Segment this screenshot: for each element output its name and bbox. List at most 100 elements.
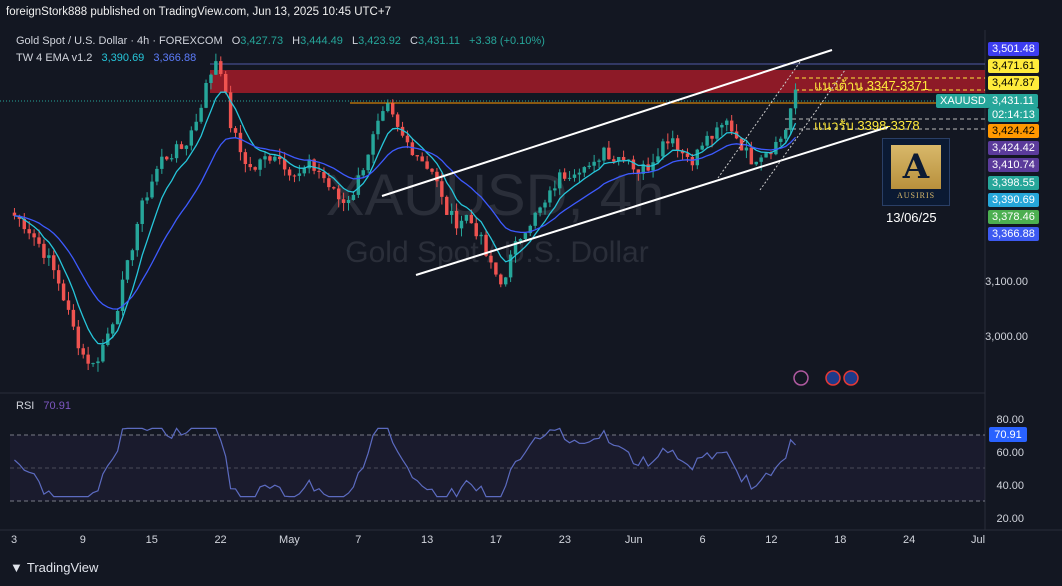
chart-frame: foreignStork888 published on TradingView… <box>0 0 1062 586</box>
symbol-price-tag: XAUUSD <box>936 94 990 108</box>
candle-body <box>459 220 464 229</box>
candle-body <box>37 237 41 244</box>
rsi-tick: 80.00 <box>996 414 1024 426</box>
time-tick: 15 <box>146 534 158 546</box>
candle-body <box>27 229 31 234</box>
candle-body <box>695 149 700 166</box>
time-tick: 7 <box>355 534 361 546</box>
time-tick: 18 <box>834 534 846 546</box>
event-icon-1[interactable] <box>793 370 809 386</box>
candle-body <box>430 168 434 172</box>
time-tick: May <box>279 534 300 546</box>
time-tick: 12 <box>765 534 777 546</box>
candle-body <box>160 156 164 169</box>
candle-body <box>336 188 341 200</box>
price-level-label: 3,390.69 <box>988 193 1039 207</box>
candle-body <box>223 73 228 93</box>
time-tick: 13 <box>421 534 433 546</box>
rsi-tick: 20.00 <box>996 513 1024 525</box>
flag-us-icon-2[interactable] <box>843 370 859 386</box>
candle-body <box>783 129 788 139</box>
candle-body <box>366 154 370 171</box>
candle-body <box>91 363 95 365</box>
candle-body <box>415 155 420 157</box>
flag-us-icon[interactable] <box>825 370 841 386</box>
rsi-tick: 40.00 <box>996 480 1024 492</box>
candle-body <box>440 181 444 197</box>
candle-body <box>243 152 248 165</box>
candle-body <box>169 158 174 160</box>
time-tick: 3 <box>11 534 17 546</box>
ausiris-logo: A AUSIRIS <box>882 138 950 206</box>
candle-body <box>327 178 331 188</box>
candle-body <box>582 167 587 173</box>
candle-body <box>140 200 144 224</box>
price-level-label: 3,447.87 <box>988 76 1039 90</box>
price-level-label: 3,398.55 <box>988 176 1039 190</box>
candle-body <box>390 103 395 115</box>
support-annotation[interactable]: แนวรับ 3398-3378 <box>814 118 920 133</box>
candle-body <box>499 274 503 285</box>
event-icons[interactable] <box>793 370 859 386</box>
candle-body <box>523 233 528 240</box>
price-level-label: 02:14:13 <box>988 108 1039 122</box>
candle-body <box>322 171 326 179</box>
candle-body <box>597 160 601 162</box>
candle-body <box>361 170 365 176</box>
candle-body <box>788 108 793 130</box>
price-level-label: 3,378.46 <box>988 210 1039 224</box>
candle-body <box>189 130 194 146</box>
price-level-label: 3,471.61 <box>988 59 1039 73</box>
candle-body <box>710 135 714 139</box>
candle-body <box>690 156 695 166</box>
tradingview-logo-icon: ▼ <box>10 560 23 575</box>
candle-body <box>268 156 272 161</box>
candle-body <box>661 141 665 157</box>
candle-body <box>651 162 655 171</box>
candle-body <box>199 107 203 122</box>
candle-body <box>533 212 537 226</box>
candle-body <box>155 168 159 182</box>
candle-body <box>779 138 783 142</box>
candle-body <box>32 233 36 238</box>
rsi-tick: 60.00 <box>996 447 1024 459</box>
candle-body <box>538 207 542 213</box>
candle-body <box>449 210 454 215</box>
candle-body <box>346 199 351 203</box>
candle-body <box>725 120 729 125</box>
candle-body <box>749 147 754 165</box>
candle-body <box>744 147 749 151</box>
candle-body <box>381 111 385 121</box>
candle-body <box>351 194 356 200</box>
price-tick: 3,100.00 <box>985 276 1028 288</box>
candle-body <box>464 214 469 221</box>
time-tick: 22 <box>214 534 226 546</box>
candle-body <box>317 170 321 172</box>
candle-body <box>558 172 562 189</box>
time-tick: 24 <box>903 534 915 546</box>
resistance-annotation[interactable]: แนวต้าน 3347-3371 <box>814 78 929 93</box>
candle-body <box>204 82 208 108</box>
price-level-label: 3,431.11 <box>988 94 1039 108</box>
candle-body <box>666 141 670 144</box>
candle-body <box>228 92 233 129</box>
candle-body <box>386 103 390 112</box>
candle-body <box>263 156 267 160</box>
candle-body <box>376 120 380 135</box>
candle-body <box>135 223 139 251</box>
candle-body <box>297 173 302 176</box>
candle-body <box>469 214 474 224</box>
candle-body <box>214 61 218 75</box>
candle-body <box>332 187 336 189</box>
candle-body <box>194 121 198 131</box>
candle-body <box>302 168 307 174</box>
time-tick: Jul <box>971 534 985 546</box>
time-tick: 17 <box>490 534 502 546</box>
tradingview-brand[interactable]: ▼ TradingView <box>10 560 98 575</box>
chart-svg[interactable]: XAUUSD, 4h Gold Spot / U.S. Dollar แนวต้… <box>0 0 1062 558</box>
candle-body <box>553 188 557 191</box>
candle-body <box>238 132 243 153</box>
candle-body <box>61 283 66 301</box>
time-axis[interactable]: 3 9 15 22 May 7 13 17 23 Jun 6 12 18 24 Jul <box>11 534 985 546</box>
candle-body <box>631 159 636 170</box>
